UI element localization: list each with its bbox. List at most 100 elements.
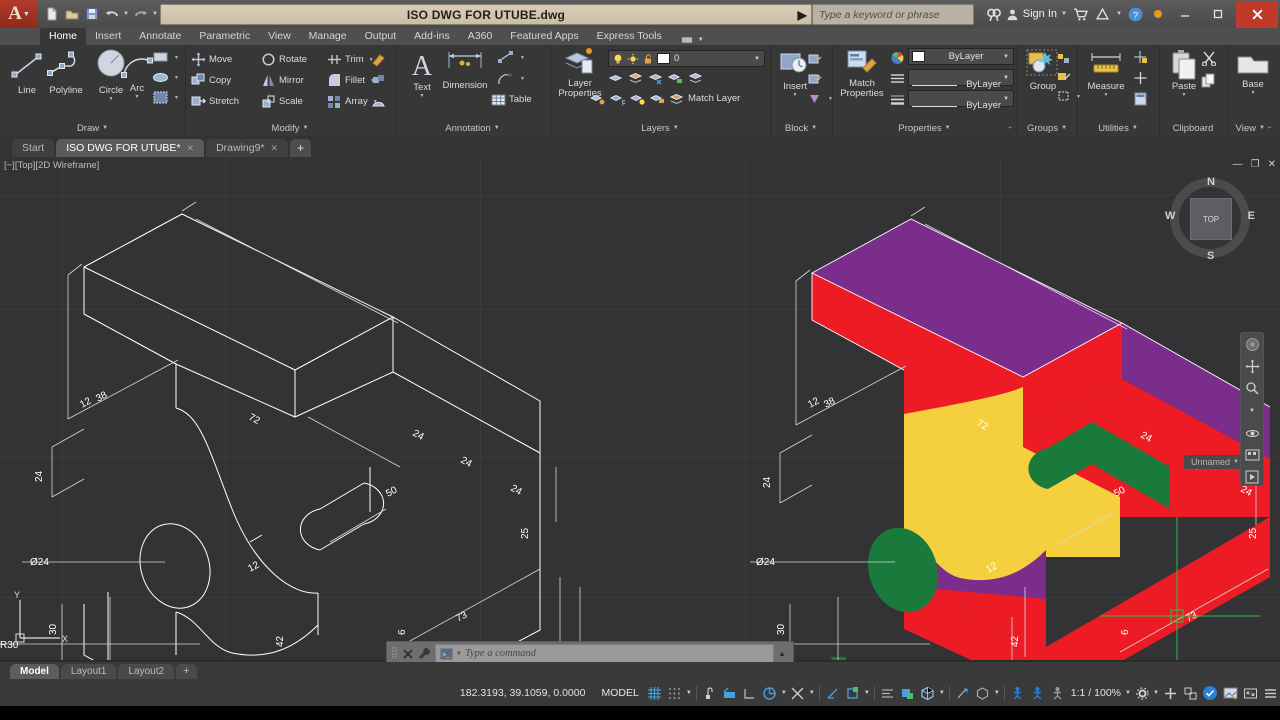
wrench-icon[interactable] <box>418 647 431 660</box>
chevron-down-icon[interactable]: ▼ <box>754 56 764 62</box>
clipboard-copy-button[interactable] <box>1201 72 1217 89</box>
layer-previous-button[interactable]: p <box>610 90 625 107</box>
ribbon-tab-manage[interactable]: Manage <box>300 28 356 45</box>
redo-icon[interactable] <box>131 5 150 24</box>
ucs-dropdown-icon[interactable]: ▼ <box>863 690 871 696</box>
osnap-dropdown-icon[interactable]: ▼ <box>808 690 816 696</box>
modify-erase-button[interactable] <box>371 51 386 68</box>
pan-icon[interactable] <box>1244 359 1260 374</box>
chevron-down-icon[interactable]: ▼ <box>420 93 425 99</box>
sign-in-button[interactable]: Sign In <box>1006 8 1057 21</box>
property-color-combo[interactable]: ByLayer ▼ <box>908 48 1014 65</box>
polar-dropdown-icon[interactable]: ▼ <box>780 690 788 696</box>
layer-isolate-button[interactable] <box>608 69 623 86</box>
property-linetype-icon-row[interactable] <box>890 70 906 87</box>
chevron-down-icon[interactable]: ▼ <box>1251 90 1256 96</box>
new-icon[interactable] <box>42 5 61 24</box>
view-cube-top-face[interactable]: TOP <box>1190 198 1232 240</box>
ribbon-display-options[interactable]: ▼ <box>681 35 705 45</box>
property-color-icon-row[interactable] <box>890 49 906 66</box>
help-icon[interactable]: ? <box>1126 5 1145 24</box>
sign-in-dropdown-icon[interactable]: ▼ <box>1060 11 1068 17</box>
application-menu-button[interactable]: A ▼ <box>0 0 38 28</box>
command-input[interactable]: >_ ▼ Type a command <box>435 644 775 663</box>
expand-up-icon[interactable]: ▲ <box>778 649 789 658</box>
drawing-canvas[interactable]: [−][Top][2D Wireframe] — ❐ ✕ 38 72 24 R3… <box>0 157 1280 660</box>
match-properties-button[interactable]: Match Properties <box>834 48 890 99</box>
modify-scale-button[interactable]: Scale <box>261 93 303 110</box>
panel-draw-label[interactable]: Draw ▼ <box>0 120 185 136</box>
property-linetype-combo[interactable]: ByLayer ▼ <box>908 69 1014 90</box>
layer-unlock-button[interactable] <box>650 90 665 107</box>
object-snap-icon[interactable] <box>788 683 808 703</box>
draw-rectangle-button[interactable]: ▼ <box>152 49 179 66</box>
infer-constraints-icon[interactable] <box>700 683 720 703</box>
annotation-leader-button[interactable]: ▼ <box>497 49 525 66</box>
wireframe-model[interactable]: 38 72 24 R30 Ø24 30 16 6 12 12 42 24 24 … <box>0 157 700 660</box>
layer-lock-button[interactable] <box>668 69 683 86</box>
chevron-down-icon[interactable]: ▼ <box>102 125 108 131</box>
document-tab-iso-dwg-for-utube[interactable]: ISO DWG FOR UTUBE* ✕ <box>56 139 205 157</box>
workspace-dropdown-icon[interactable]: ▼ <box>1152 690 1160 696</box>
add-layout-button[interactable]: + <box>176 663 197 679</box>
modify-rotate-button[interactable]: Rotate <box>261 51 307 68</box>
chevron-down-icon[interactable]: ▼ <box>673 125 679 131</box>
annotation-multileader-button[interactable]: ▼ <box>497 70 525 87</box>
panel-modify-label[interactable]: Modify ▼ <box>185 120 395 136</box>
close-icon[interactable] <box>402 648 414 660</box>
utilities-measure-button[interactable]: Measure ▼ <box>1080 49 1132 98</box>
modify-move-button[interactable]: Move <box>191 51 232 68</box>
chevron-down-icon[interactable]: ▼ <box>1182 92 1187 98</box>
chevron-right-icon[interactable]: ▶ <box>798 8 807 22</box>
panel-dialog-launcher[interactable]: ⌐ <box>1008 125 1012 131</box>
minimize-button[interactable] <box>1170 3 1200 25</box>
block-edit-button[interactable] <box>808 50 823 67</box>
chevron-down-icon[interactable]: ▼ <box>109 96 114 102</box>
ribbon-tab-a360[interactable]: A360 <box>459 28 502 45</box>
color-swatch[interactable] <box>912 51 925 62</box>
block-attribute-button[interactable]: ▼ <box>808 90 833 107</box>
unnamed-view-dropdown[interactable]: Unnamed ▼ <box>1184 455 1246 469</box>
panel-utilities-label[interactable]: Utilities ▼ <box>1077 120 1159 136</box>
document-tab-start[interactable]: Start <box>12 139 55 157</box>
clipboard-cut-button[interactable] <box>1201 50 1217 67</box>
annotation-scale-gray-icon[interactable] <box>1048 683 1068 703</box>
modify-fillet-button[interactable]: Fillet ▼ <box>327 72 375 89</box>
groups-ungroup-button[interactable] <box>1057 50 1071 67</box>
draw-polyline-button[interactable]: Polyline <box>43 49 89 96</box>
ribbon-tab-annotate[interactable]: Annotate <box>130 28 190 45</box>
close-icon[interactable]: ✕ <box>187 143 195 154</box>
customization-icon[interactable] <box>1260 683 1280 703</box>
dynamic-input-icon[interactable] <box>720 683 740 703</box>
view-cube-west-label[interactable]: W <box>1165 210 1175 222</box>
modify-explode-button[interactable] <box>371 72 386 89</box>
document-tab-drawing9[interactable]: Drawing9* ✕ <box>206 139 289 157</box>
chevron-down-icon[interactable]: ▼ <box>1003 75 1013 81</box>
chevron-down-icon[interactable]: ▼ <box>1003 96 1013 102</box>
visual-style-icon[interactable] <box>918 683 938 703</box>
zoom-icon[interactable] <box>1244 381 1260 396</box>
ribbon-tab-addins[interactable]: Add-ins <box>405 28 459 45</box>
chevron-down-icon[interactable]: ▼ <box>456 651 462 657</box>
layout-tab-model[interactable]: Model <box>10 663 59 679</box>
annotation-scale-value[interactable]: 1:1 / 100% <box>1068 687 1124 699</box>
layer-color-swatch[interactable] <box>657 53 670 64</box>
chevron-down-icon[interactable]: ▼ <box>1104 92 1109 98</box>
ortho-mode-icon[interactable] <box>740 683 760 703</box>
chevron-down-icon[interactable]: ▼ <box>1003 54 1013 60</box>
maximize-button[interactable] <box>1203 3 1233 25</box>
model-space-button[interactable]: MODEL <box>595 687 644 699</box>
open-icon[interactable] <box>62 5 81 24</box>
isolate-display-icon[interactable] <box>1180 683 1200 703</box>
chevron-down-icon[interactable]: ▼ <box>174 75 179 81</box>
chevron-down-icon[interactable]: ▼ <box>811 125 817 131</box>
property-lineweight-icon-row[interactable] <box>890 91 906 108</box>
panel-groups-label[interactable]: Groups ▼ <box>1017 120 1077 136</box>
scale-dropdown-icon[interactable]: ▼ <box>1124 690 1132 696</box>
undo-icon[interactable] <box>102 5 121 24</box>
chevron-down-icon[interactable]: ▼ <box>1259 125 1265 131</box>
a360-dropdown-icon[interactable]: ▼ <box>1115 11 1123 17</box>
view-cube[interactable]: TOP N S W E <box>1164 172 1256 264</box>
annotation-table-button[interactable]: Table <box>491 91 532 108</box>
polar-tracking-icon[interactable] <box>760 683 780 703</box>
